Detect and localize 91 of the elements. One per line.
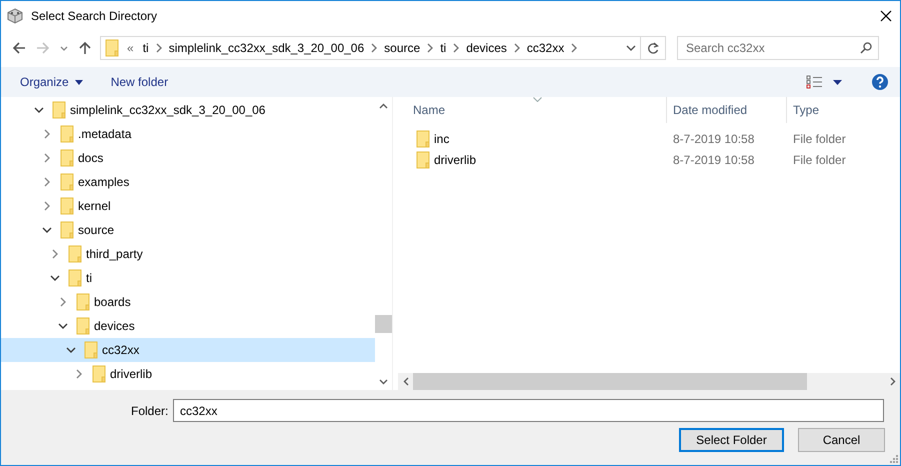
column-header[interactable]: Name xyxy=(398,97,667,123)
folder-icon xyxy=(84,341,98,359)
scrollbar-thumb[interactable] xyxy=(413,373,807,390)
select-button[interactable]: Select Folder xyxy=(679,428,784,452)
search-icon xyxy=(860,42,872,54)
breadcrumb[interactable]: source xyxy=(379,41,426,55)
chevron-down-icon[interactable] xyxy=(42,226,52,234)
help-icon[interactable] xyxy=(872,74,888,90)
field-label: Folder: xyxy=(131,404,167,418)
chevron-down-icon[interactable] xyxy=(626,44,636,52)
chevron-right-icon[interactable] xyxy=(75,369,83,379)
chevron-right-icon[interactable] xyxy=(43,177,51,187)
file-name[interactable]: driverlib xyxy=(434,152,476,166)
date-cell-text: 8-7-2019 10:58 xyxy=(672,152,756,166)
cancel-button[interactable]: Cancel xyxy=(798,428,885,452)
folder-icon xyxy=(76,317,90,335)
chevron-right-icon[interactable] xyxy=(370,43,378,53)
chevron-right-icon[interactable] xyxy=(43,153,51,163)
sort-indicator-icon xyxy=(533,97,542,102)
column-header[interactable]: Date modified xyxy=(667,97,787,123)
type-cell-text: File folder xyxy=(792,152,846,166)
back-arrow-icon[interactable] xyxy=(12,41,26,55)
tree-item[interactable]: examples xyxy=(1,170,375,194)
cube-icon xyxy=(7,8,23,24)
toolbar-button[interactable]: Organize xyxy=(16,73,87,91)
column-header[interactable]: Type xyxy=(787,97,900,123)
close-icon[interactable] xyxy=(880,10,892,22)
chevron-right-icon[interactable] xyxy=(51,249,59,259)
window-title: Select Search Directory xyxy=(31,9,158,23)
chevron-right-icon[interactable] xyxy=(452,43,460,53)
folder-icon xyxy=(76,293,90,311)
vertical-scrollbar[interactable] xyxy=(375,97,393,390)
folder-icon xyxy=(68,245,82,263)
chevron-down-icon[interactable] xyxy=(58,322,68,330)
chevron-right-icon[interactable] xyxy=(426,43,434,53)
chevron-right-icon[interactable] xyxy=(512,43,521,53)
folder-icon xyxy=(60,197,74,215)
chevron-right-icon[interactable] xyxy=(570,43,578,53)
chevron-right-icon[interactable] xyxy=(43,129,51,139)
folder-icon xyxy=(60,173,74,191)
folder-icon xyxy=(416,130,430,148)
chevron-right-icon[interactable] xyxy=(154,43,163,53)
folder-icon xyxy=(105,39,119,57)
overflow-chevrons[interactable]: « xyxy=(123,41,138,55)
tree-item[interactable]: kernel xyxy=(1,194,375,218)
folder-field[interactable]: cc32xx xyxy=(173,399,884,422)
folder-icon xyxy=(52,101,66,119)
folder-icon xyxy=(60,125,74,143)
address-bar[interactable]: « ti simplelink_cc32xx_sdk_3_20_00_06 source ti devices cc32xx xyxy=(100,36,666,60)
caret-down-icon[interactable] xyxy=(833,80,842,84)
toolbar-button[interactable]: New folder xyxy=(106,73,172,91)
file-name[interactable]: inc xyxy=(434,132,450,146)
folder-icon xyxy=(416,150,430,168)
date-cell-text: 8-7-2019 10:58 xyxy=(672,132,756,146)
breadcrumb[interactable]: ti xyxy=(435,41,452,55)
details-view-icon[interactable] xyxy=(806,75,823,89)
tree-item[interactable]: simplelink_cc32xx_sdk_3_20_00_06 xyxy=(1,98,375,122)
chevron-down-icon[interactable] xyxy=(379,378,388,384)
breadcrumb[interactable]: cc32xx xyxy=(522,41,570,55)
chevron-right-icon[interactable] xyxy=(890,377,896,386)
folder-icon xyxy=(68,269,82,287)
tree-item[interactable]: driverlib xyxy=(1,362,375,386)
tree-item[interactable]: ti xyxy=(1,266,375,290)
search-field[interactable]: Search cc32xx xyxy=(677,36,879,60)
scrollbar-thumb[interactable] xyxy=(375,315,392,333)
chevron-down-icon[interactable] xyxy=(50,274,60,282)
tree-item[interactable]: third_party xyxy=(1,242,375,266)
caret-down-icon xyxy=(74,80,83,84)
chevron-right-icon[interactable] xyxy=(43,201,51,211)
breadcrumb[interactable]: ti xyxy=(138,41,154,55)
type-cell-text: File folder xyxy=(792,132,846,146)
chevron-up-icon[interactable] xyxy=(379,102,388,108)
tree-item[interactable]: boards xyxy=(1,290,375,314)
tree-item[interactable]: cc32xx xyxy=(1,338,375,362)
horizontal-scrollbar[interactable] xyxy=(398,373,900,390)
tree-item[interactable]: devices xyxy=(1,314,375,338)
chevron-right-icon[interactable] xyxy=(59,297,67,307)
chevron-down-icon[interactable] xyxy=(66,346,76,354)
folder-icon xyxy=(60,221,74,239)
breadcrumb[interactable]: simplelink_cc32xx_sdk_3_20_00_06 xyxy=(164,41,370,55)
resize-grip-icon xyxy=(890,455,898,463)
folder-icon xyxy=(60,149,74,167)
chevron-left-icon[interactable] xyxy=(402,377,408,386)
folder-icon xyxy=(92,365,106,383)
tree-item[interactable]: .metadata xyxy=(1,122,375,146)
tree-item[interactable]: docs xyxy=(1,146,375,170)
refresh-icon[interactable] xyxy=(647,41,659,55)
chevron-down-icon[interactable] xyxy=(34,106,44,114)
up-arrow-icon[interactable] xyxy=(78,41,92,55)
tree-item[interactable]: source xyxy=(1,218,375,242)
breadcrumb[interactable]: devices xyxy=(461,41,512,55)
